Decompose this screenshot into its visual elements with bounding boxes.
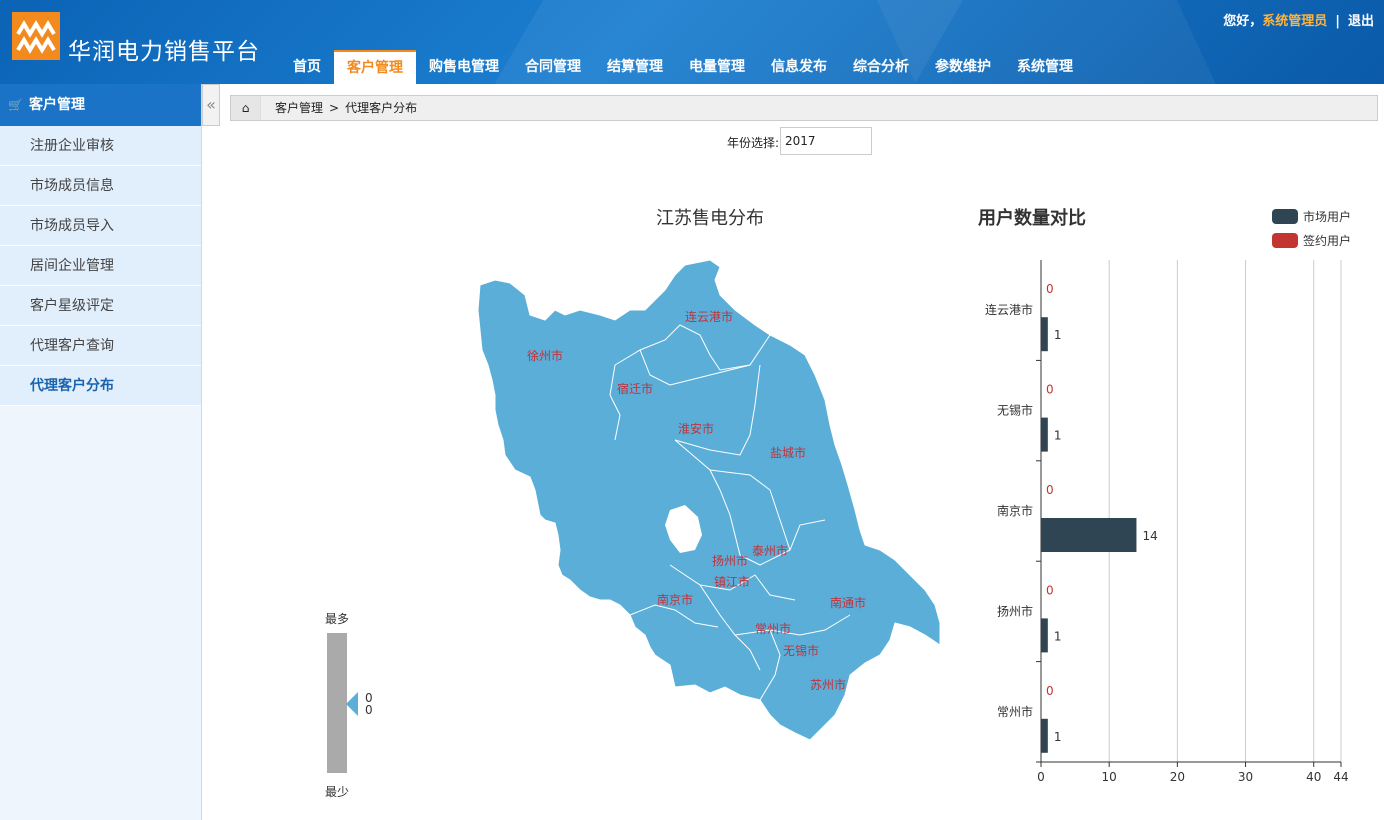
nav-item-settlement[interactable]: 结算管理: [594, 50, 676, 84]
scale-handle[interactable]: [346, 692, 358, 716]
x-tick-label: 40: [1306, 770, 1321, 784]
bar-label-signed-users: 0: [1046, 483, 1054, 497]
legend-swatch: [1272, 208, 1298, 224]
nav-item-system[interactable]: 系统管理: [1004, 50, 1086, 84]
logout-link[interactable]: 退出: [1348, 14, 1374, 29]
legend-label: 市场用户: [1303, 209, 1352, 224]
bar-market-users[interactable]: [1041, 518, 1137, 552]
chart-legend: 市场用户 签约用户: [1272, 204, 1351, 252]
nav-item-announcements[interactable]: 信息发布: [758, 50, 840, 84]
sidebar-item-agent-customer-distribution[interactable]: 代理客户分布: [0, 366, 201, 406]
y-category-label: 无锡市: [997, 403, 1033, 418]
legend-label: 签约用户: [1303, 233, 1352, 248]
scale-value-low: 0: [365, 703, 373, 717]
sidebar-item-member-info[interactable]: 市场成员信息: [0, 166, 201, 206]
sidebar-item-agent-customer-query[interactable]: 代理客户查询: [0, 326, 201, 366]
city-label-huaian: 淮安市: [678, 421, 714, 436]
bar-market-users[interactable]: [1041, 317, 1048, 352]
year-input[interactable]: [780, 127, 872, 155]
x-tick-label: 0: [1037, 770, 1045, 784]
x-tick-label: 44: [1333, 770, 1348, 784]
nav-item-customer-management[interactable]: 客户管理: [334, 50, 416, 84]
y-category-label: 南京市: [997, 503, 1033, 518]
greeting-text: 您好，: [1223, 14, 1263, 29]
map-province-shape[interactable]: [477, 259, 941, 741]
main-nav: 首页 客户管理 购售电管理 合同管理 结算管理 电量管理 信息发布 综合分析 参…: [280, 50, 1086, 84]
bar-label-signed-users: 0: [1046, 383, 1054, 397]
cart-icon: 🛒: [8, 98, 23, 112]
bar-chart-title: 用户数量对比: [978, 208, 1086, 229]
sidebar-item-broker-management[interactable]: 居间企业管理: [0, 246, 201, 286]
breadcrumb-parent[interactable]: 客户管理: [275, 101, 323, 115]
nav-item-electricity[interactable]: 电量管理: [676, 50, 758, 84]
bar-label-signed-users: 0: [1046, 282, 1054, 296]
city-label-lianyungang: 连云港市: [685, 309, 733, 324]
user-area: 您好，系统管理员 | 退出: [1223, 10, 1374, 29]
x-tick-label: 30: [1238, 770, 1253, 784]
legend-swatch: [1272, 232, 1298, 248]
city-label-nantong: 南通市: [830, 595, 866, 610]
year-label: 年份选择:: [727, 136, 780, 150]
sidebar: 🛒 客户管理 注册企业审核 市场成员信息 市场成员导入 居间企业管理 客户星级评定…: [0, 84, 202, 820]
legend-item-signed-users[interactable]: 签约用户: [1272, 228, 1351, 252]
nav-item-analysis[interactable]: 综合分析: [840, 50, 922, 84]
nav-item-home[interactable]: 首页: [280, 50, 334, 84]
scale-min-label: 最少: [325, 785, 350, 799]
bar-chart: 0 10 20 30 40 44 连云港市 0 1 无锡市 0 1 南京市 0 14 扬州市 0 1 常州市 0 1: [985, 260, 1349, 784]
city-label-taizhou: 泰州市: [752, 543, 788, 558]
bar-market-users[interactable]: [1041, 718, 1048, 753]
bar-market-users[interactable]: [1041, 417, 1048, 452]
x-tick-label: 10: [1102, 770, 1117, 784]
nav-item-contract-management[interactable]: 合同管理: [512, 50, 594, 84]
sidebar-collapse-icon[interactable]: «: [202, 84, 220, 126]
brand-name: 华润电力销售平台: [68, 39, 260, 65]
scale-bar[interactable]: [327, 633, 347, 773]
brand-logo-icon: [12, 12, 60, 60]
city-label-suzhou: 苏州市: [810, 677, 846, 692]
city-label-suqian: 宿迁市: [617, 381, 653, 396]
city-label-yancheng: 盐城市: [770, 445, 806, 460]
jiangsu-map: 连云港市 徐州市 宿迁市 淮安市 盐城市 扬州市 泰州市 镇江市 南京市 南通市…: [477, 259, 941, 741]
user-separator: |: [1335, 14, 1340, 29]
city-label-xuzhou: 徐州市: [527, 348, 563, 363]
bar-label-signed-users: 0: [1046, 583, 1054, 597]
home-icon[interactable]: ⌂: [231, 96, 261, 120]
bar-label-market-users: 1: [1054, 730, 1062, 744]
y-category-label: 常州市: [997, 704, 1033, 719]
scale-max-label: 最多: [325, 612, 350, 626]
bar-market-users[interactable]: [1041, 618, 1048, 653]
city-label-yangzhou: 扬州市: [712, 553, 748, 568]
sidebar-header: 🛒 客户管理: [0, 84, 201, 126]
bar-label-market-users: 14: [1142, 529, 1157, 543]
sidebar-item-enterprise-review[interactable]: 注册企业审核: [0, 126, 201, 166]
city-label-nanjing: 南京市: [657, 592, 693, 607]
bar-label-signed-users: 0: [1046, 684, 1054, 698]
sidebar-item-member-import[interactable]: 市场成员导入: [0, 206, 201, 246]
sidebar-item-star-rating[interactable]: 客户星级评定: [0, 286, 201, 326]
bar-label-market-users: 1: [1054, 629, 1062, 643]
x-tick-label: 20: [1170, 770, 1185, 784]
breadcrumb-separator: >: [329, 101, 340, 115]
map-title: 江苏售电分布: [656, 208, 764, 229]
bar-label-market-users: 1: [1054, 429, 1062, 443]
legend-item-market-users[interactable]: 市场用户: [1272, 204, 1351, 228]
username-link[interactable]: 系统管理员: [1262, 14, 1327, 29]
y-category-label: 扬州市: [997, 603, 1033, 618]
breadcrumb: ⌂ 客户管理 > 代理客户分布: [230, 95, 1378, 121]
nav-item-power-trading[interactable]: 购售电管理: [416, 50, 512, 84]
breadcrumb-current: 代理客户分布: [345, 101, 418, 115]
app-header: 华润电力销售平台 您好，系统管理员 | 退出 首页 客户管理 购售电管理 合同管理 …: [0, 0, 1384, 84]
city-label-zhenjiang: 镇江市: [714, 574, 750, 589]
sidebar-title: 客户管理: [28, 97, 85, 113]
nav-item-parameters[interactable]: 参数维护: [922, 50, 1004, 84]
y-category-label: 连云港市: [985, 302, 1033, 317]
city-label-changzhou: 常州市: [755, 621, 791, 636]
city-label-wuxi: 无锡市: [783, 643, 819, 658]
bar-label-market-users: 1: [1054, 328, 1062, 342]
